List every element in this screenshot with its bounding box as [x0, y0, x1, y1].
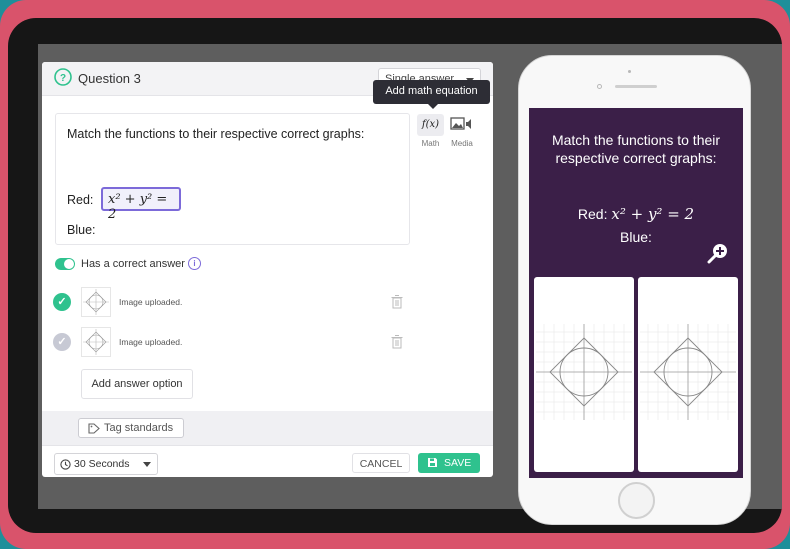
correct-answer-toggle[interactable]	[55, 258, 75, 270]
preview-answer-card[interactable]	[534, 277, 634, 472]
answer-option: ✓ Image uploaded.	[53, 325, 413, 359]
incorrect-check-icon[interactable]: ✓	[53, 333, 71, 351]
question-text-editor[interactable]: Match the functions to their respective …	[55, 113, 410, 245]
graph-thumbnail	[81, 287, 111, 317]
save-label: SAVE	[444, 457, 472, 469]
correct-answer-label: Has a correct answer	[81, 258, 185, 270]
preview-red-equation: x² + y² = 2	[611, 205, 695, 223]
trash-icon[interactable]	[391, 295, 403, 309]
upload-status: Image uploaded.	[119, 297, 183, 307]
preview-question-text: Match the functions to their respective …	[551, 132, 721, 166]
toggle-knob	[64, 259, 74, 269]
question-text: Match the functions to their respective …	[67, 127, 365, 141]
editor-footer: 30 Seconds CANCEL SAVE	[42, 445, 493, 477]
math-tool-button[interactable]: f(x) Math	[417, 114, 444, 158]
zoom-in-icon[interactable]	[707, 242, 729, 264]
phone-preview: Match the functions to their respective …	[518, 55, 751, 525]
phone-sensor	[628, 70, 631, 73]
timer-value: 30 Seconds	[74, 458, 130, 470]
trash-icon[interactable]	[391, 335, 403, 349]
tag-standards-label: Tag standards	[104, 422, 174, 434]
tag-standards-button[interactable]: Tag standards	[78, 418, 184, 438]
upload-status: Image uploaded.	[119, 337, 183, 347]
preview-red-label: Red:	[577, 206, 608, 222]
chevron-down-icon	[143, 462, 151, 467]
math-equation-text: x² + y² = 2	[108, 192, 168, 222]
save-button[interactable]: SAVE	[418, 453, 480, 473]
question-title: Question 3	[78, 71, 141, 86]
media-icon	[450, 117, 471, 130]
preview-red-line: Red: x² + y² = 2	[529, 205, 743, 223]
preview-answer-card[interactable]	[638, 277, 738, 472]
tag-bar: Tag standards	[42, 411, 493, 445]
phone-home-button	[618, 482, 655, 519]
phone-speaker	[615, 85, 657, 88]
math-equation[interactable]: x² + y² = 2	[101, 187, 181, 222]
info-icon[interactable]: i	[188, 257, 201, 270]
function-icon: f(x)	[417, 114, 444, 136]
tag-icon	[88, 423, 100, 434]
clock-icon	[60, 459, 71, 470]
graph-thumbnail	[81, 327, 111, 357]
answer-option: ✓ Image uploaded.	[53, 285, 413, 319]
media-tool-label: Media	[451, 139, 473, 148]
media-tool-button[interactable]: Media	[447, 114, 477, 158]
question-icon: ?	[54, 68, 72, 86]
add-answer-option-button[interactable]: Add answer option	[81, 369, 193, 399]
preview-screen: Match the functions to their respective …	[529, 108, 743, 478]
timer-select[interactable]: 30 Seconds	[54, 453, 158, 475]
svg-text:?: ?	[60, 73, 66, 84]
correct-check-icon[interactable]: ✓	[53, 293, 71, 311]
red-label: Red:	[67, 193, 94, 207]
math-tool-label: Math	[421, 139, 440, 148]
math-tooltip: Add math equation	[373, 80, 490, 109]
graph-image	[640, 324, 736, 420]
blue-label: Blue:	[67, 223, 96, 237]
graph-image	[536, 324, 632, 420]
question-editor: ? Question 3 Single answer Match the fun…	[42, 62, 493, 477]
cancel-button[interactable]: CANCEL	[352, 453, 410, 473]
save-icon	[428, 458, 437, 467]
phone-camera	[597, 84, 602, 89]
